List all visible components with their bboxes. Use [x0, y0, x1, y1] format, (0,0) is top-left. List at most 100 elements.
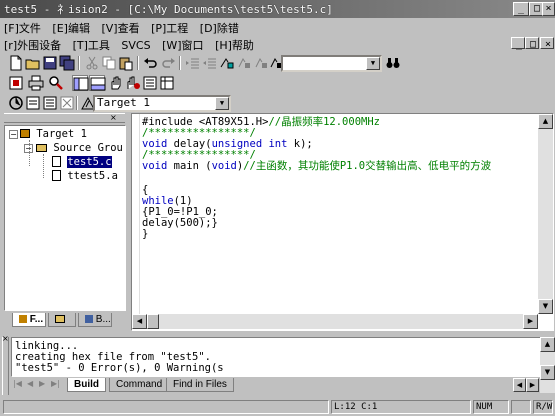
memory-window-icon[interactable]: [159, 75, 175, 91]
project-tree: − Target 1 − Source Grou test5.c ttest5.…: [4, 125, 126, 311]
toolbar-separator: [78, 56, 80, 70]
close-button[interactable]: ×: [542, 2, 555, 16]
scroll-down-icon[interactable]: ▼: [540, 365, 555, 380]
new-file-icon[interactable]: [8, 55, 24, 71]
workspace-toggle-icon[interactable]: [72, 75, 89, 91]
scroll-up-icon[interactable]: ▲: [538, 114, 553, 129]
binoculars-icon[interactable]: [385, 55, 401, 71]
menu-peripherals[interactable]: [r]外围设备: [0, 35, 65, 55]
code-line: delay(500);}: [142, 217, 218, 229]
tree-file-ttest5-a[interactable]: ttest5.a: [52, 170, 118, 182]
output-grip[interactable]: [2, 337, 9, 395]
minimize-button[interactable]: _: [513, 2, 529, 16]
menu-window[interactable]: [W]窗口: [158, 35, 207, 55]
scroll-left-icon[interactable]: ◀: [513, 378, 526, 392]
scroll-up-icon[interactable]: ▲: [540, 337, 555, 352]
code-line: }: [142, 228, 149, 240]
stop-build-icon[interactable]: [59, 95, 75, 111]
breakpoint-icon[interactable]: [125, 75, 141, 91]
tab-build[interactable]: Build: [67, 378, 106, 392]
rebuild-icon[interactable]: [42, 95, 58, 111]
save-icon[interactable]: [42, 55, 58, 71]
build-toolbar: Target 1 ▼: [0, 93, 555, 113]
file-icon: [52, 156, 61, 167]
menu-help[interactable]: [H]帮助: [211, 35, 258, 55]
bookmark-prev-icon[interactable]: [236, 55, 252, 71]
debug-start-icon[interactable]: [8, 75, 24, 91]
code-editor[interactable]: #include <AT89X51.H>//晶振频率12.000MHz /***…: [131, 113, 554, 331]
code-line: void main (void)//主函数，其功能使P1.0交替输出高、低电平的…: [142, 160, 492, 172]
status-num: NUM: [473, 400, 509, 414]
output-tab-strip: |◀ ◀ ▶ ▶| Build Command Find in Files ◀ …: [11, 378, 540, 393]
menu-bar-2: [r]外围设备 [T]工具 SVCS [W]窗口 [H]帮助 _ □ ×: [0, 35, 555, 53]
scroll-right-icon[interactable]: ▶: [526, 378, 539, 392]
scroll-left-icon[interactable]: ◀: [132, 314, 147, 329]
doc-close-button[interactable]: ×: [540, 37, 554, 50]
doc-minimize-button[interactable]: _: [511, 37, 525, 50]
file-icon: [52, 170, 61, 181]
doc-restore-button[interactable]: □: [525, 37, 539, 50]
registers-tab-icon: [55, 315, 65, 323]
editor-horizontal-scrollbar[interactable]: ◀ ▶: [132, 314, 538, 329]
output-text: linking... creating hex file from "test5…: [11, 337, 541, 377]
tab-nav-prev-icon[interactable]: ◀: [27, 379, 33, 388]
find-combo[interactable]: ▼: [281, 55, 382, 72]
indent-icon[interactable]: [185, 55, 201, 71]
paste-icon[interactable]: [118, 55, 134, 71]
target-select[interactable]: Target 1 ▼: [93, 95, 231, 112]
cut-icon[interactable]: [84, 55, 100, 71]
translate-icon[interactable]: [8, 95, 24, 111]
tree-target[interactable]: Target 1: [20, 128, 87, 140]
status-rw: R/W: [533, 400, 553, 414]
toolbar-separator: [137, 56, 139, 70]
scroll-down-icon[interactable]: ▼: [538, 299, 553, 314]
unindent-icon[interactable]: [202, 55, 218, 71]
output-close-icon[interactable]: ×: [2, 335, 9, 343]
folder-tree-icon: [20, 129, 30, 138]
tab-files[interactable]: F...: [12, 313, 46, 327]
tree-source-group[interactable]: Source Grou: [36, 142, 123, 154]
toolbar-separator: [179, 56, 181, 70]
editor-vertical-scrollbar[interactable]: ▲ ▼: [538, 114, 553, 314]
tab-nav-last-icon[interactable]: ▶|: [51, 379, 60, 388]
workspace-grip[interactable]: [4, 113, 125, 123]
tab-find-in-files[interactable]: Find in Files: [166, 378, 234, 392]
tab-nav-next-icon[interactable]: ▶: [39, 379, 45, 388]
zoom-icon[interactable]: [48, 75, 64, 91]
dropdown-arrow-icon[interactable]: ▼: [215, 97, 229, 110]
status-caps: [511, 400, 531, 414]
window-title: test5 - 礻ision2 - [C:\My Documents\test5…: [4, 3, 333, 16]
save-all-icon[interactable]: [59, 55, 75, 71]
tab-books[interactable]: B...: [78, 313, 112, 327]
tab-nav-first-icon[interactable]: |◀: [13, 379, 22, 388]
print-icon[interactable]: [28, 75, 44, 91]
tree-file-test5-c[interactable]: test5.c: [52, 156, 112, 168]
undo-icon[interactable]: [143, 55, 159, 71]
output-vertical-scrollbar[interactable]: ▲ ▼: [540, 337, 555, 393]
workspace-tabs: F... B...: [4, 313, 126, 329]
disassembly-icon[interactable]: [142, 75, 158, 91]
menu-svcs[interactable]: SVCS: [117, 37, 154, 54]
scroll-thumb[interactable]: [147, 314, 159, 329]
hand-icon[interactable]: [108, 75, 124, 91]
copy-icon[interactable]: [101, 55, 117, 71]
workspace-close-icon[interactable]: ×: [110, 114, 117, 122]
folder-icon: [36, 144, 47, 152]
menu-tools[interactable]: [T]工具: [69, 35, 114, 55]
debug-toolbar: [0, 73, 555, 93]
redo-icon[interactable]: [160, 55, 176, 71]
books-tab-icon: [85, 315, 93, 323]
bookmark-next-icon[interactable]: [253, 55, 269, 71]
scroll-right-icon[interactable]: ▶: [523, 314, 538, 329]
open-folder-icon[interactable]: [25, 55, 41, 71]
toolbar-separator: [76, 96, 78, 110]
output-line: "test5" - 0 Error(s), 0 Warning(s: [15, 362, 224, 374]
tab-registers[interactable]: [48, 313, 76, 327]
dropdown-arrow-icon[interactable]: ▼: [366, 57, 380, 70]
file-toolbar: ▼: [0, 53, 555, 73]
tab-command[interactable]: Command: [109, 378, 170, 392]
output-toggle-icon[interactable]: [89, 75, 106, 91]
build-icon[interactable]: [25, 95, 41, 111]
output-panel: × linking... creating hex file from "tes…: [0, 335, 555, 397]
bookmark-toggle-icon[interactable]: [219, 55, 235, 71]
